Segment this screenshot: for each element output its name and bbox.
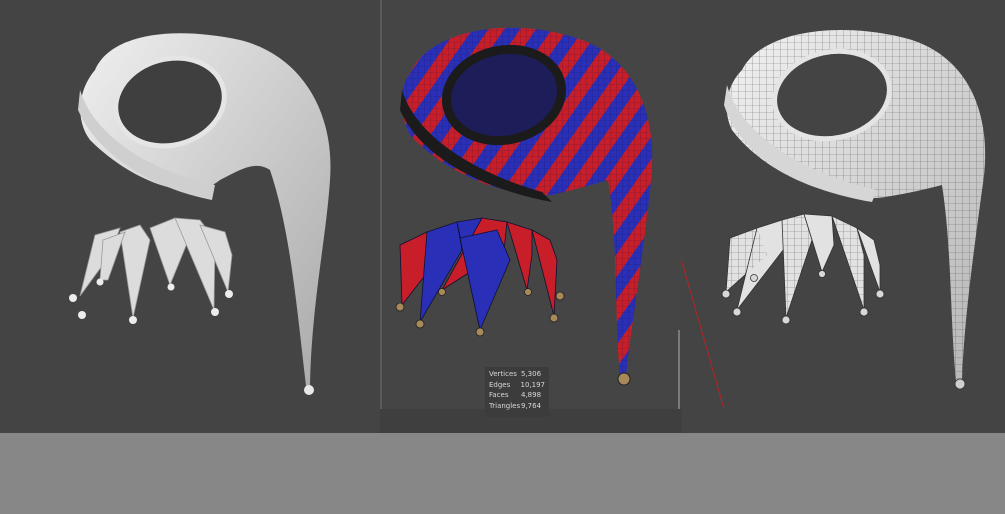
jester-hat-uv-checker-render bbox=[395, 27, 653, 386]
stats-label: Triangles bbox=[489, 401, 521, 410]
stats-label: Edges bbox=[489, 380, 511, 389]
stats-label: Faces bbox=[489, 391, 509, 399]
stats-row-edges: Edges 10,197 bbox=[489, 380, 545, 391]
stats-value: 9,764 bbox=[521, 401, 542, 410]
stats-label: Vertices bbox=[489, 370, 517, 378]
viewport-edge-line bbox=[678, 330, 680, 409]
viewport-wireframe[interactable] bbox=[682, 0, 1005, 433]
stats-row-faces: Faces 4,898 bbox=[489, 390, 545, 401]
stats-value: 5,306 bbox=[521, 370, 542, 378]
viewport-textured[interactable] bbox=[382, 0, 682, 409]
stats-row-triangles: Triangles 9,764 bbox=[489, 401, 545, 412]
stats-value: 10,197 bbox=[520, 380, 546, 389]
stats-row-vertices: Vertices 5,306 bbox=[489, 369, 545, 380]
scene-statistics-overlay: Vertices 5,306 Edges 10,197 Faces 4,898 … bbox=[485, 367, 549, 417]
jester-hat-wireframe-render bbox=[682, 30, 986, 410]
viewport-clay[interactable] bbox=[0, 0, 380, 433]
jester-hat-clay-render bbox=[69, 33, 331, 395]
stats-value: 4,898 bbox=[521, 391, 542, 399]
